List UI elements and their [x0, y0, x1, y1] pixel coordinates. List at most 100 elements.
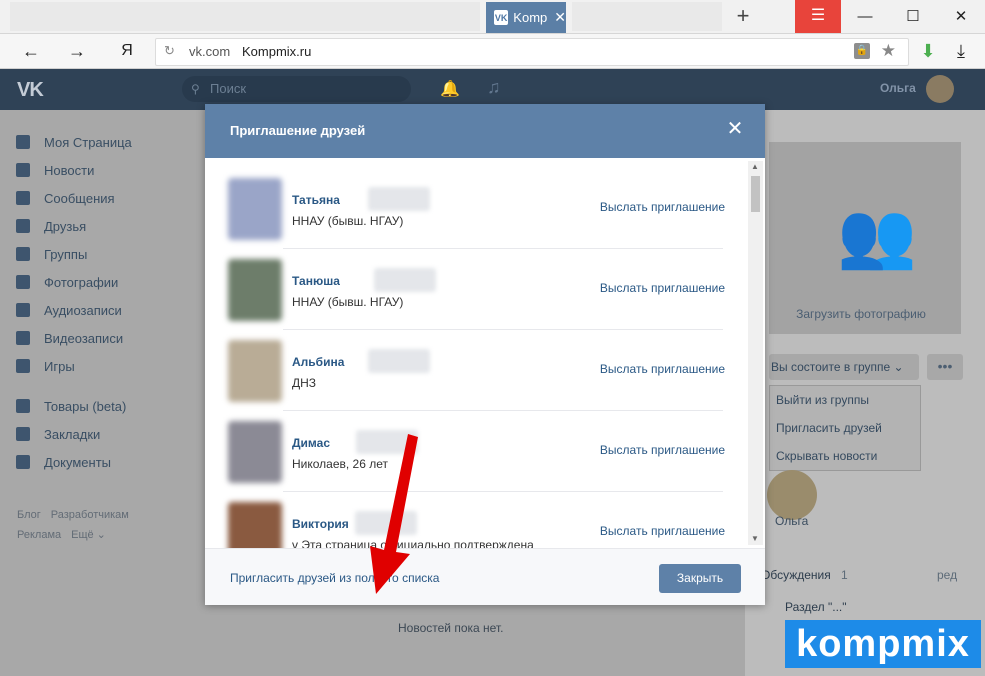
discussions-label[interactable]: Обсуждения — [761, 568, 831, 582]
camera-icon — [16, 275, 30, 289]
friend-name[interactable]: Виктория — [292, 517, 349, 531]
tab-title: Komp — [513, 10, 548, 25]
reload-icon[interactable]: ↻ — [164, 43, 175, 59]
friend-name[interactable]: Татьяна — [292, 193, 340, 207]
url-page-title: Kompmix.ru — [242, 44, 312, 59]
bookmark-star-icon[interactable]: ★ — [881, 41, 896, 61]
dialog-footer: Пригласить друзей из полного списка Закр… — [205, 548, 765, 605]
sidebar-item[interactable]: Сообщения — [16, 184, 186, 212]
close-icon[interactable]: ✕ — [724, 118, 746, 140]
list-item: Виктория v Эта страница официально подтве… — [228, 492, 725, 548]
download-arrow-icon[interactable]: ⬇ — [915, 39, 941, 63]
photo-upload-card[interactable]: 👥 — [769, 142, 961, 334]
send-invite-link[interactable]: Выслать приглашение — [600, 524, 725, 538]
sidebar-item[interactable]: Фотографии — [16, 268, 186, 296]
blurred-surname — [368, 187, 430, 211]
search-input[interactable]: ⚲ Поиск — [182, 76, 411, 102]
close-window-button[interactable]: ✕ — [938, 0, 984, 33]
sidebar-item[interactable]: Друзья — [16, 212, 186, 240]
menu-leave-group[interactable]: Выйти из группы — [770, 386, 920, 414]
friend-name[interactable]: Альбина — [292, 355, 344, 369]
user-icon — [16, 135, 30, 149]
back-button[interactable]: ← — [18, 39, 44, 63]
footer-dev-link[interactable]: Разработчикам — [51, 509, 129, 521]
url-field[interactable]: ↻ vk.com Kompmix.ru 🔒 ★ — [155, 38, 909, 66]
message-icon — [16, 191, 30, 205]
upload-photo-label[interactable]: Загрузить фотографию — [745, 307, 977, 321]
list-item: Танюша ННАУ (бывш. НГАУ) Выслать приглашен… — [228, 249, 725, 330]
sidebar-item[interactable]: Видеозаписи — [16, 324, 186, 352]
empty-feed-text: Новостей пока нет. — [398, 621, 504, 635]
downloads-icon[interactable]: ⤓ — [948, 39, 974, 63]
scrollbar-thumb[interactable] — [751, 176, 760, 212]
more-actions-button[interactable]: ••• — [927, 354, 963, 380]
yandex-button[interactable]: Я — [114, 39, 140, 63]
red-arrow-icon — [370, 434, 418, 594]
music-note-icon[interactable]: ♫ — [487, 77, 501, 98]
vk-favicon-icon: VK — [494, 10, 509, 25]
sidebar-item-label: Аудиозаписи — [44, 302, 122, 318]
sidebar-item[interactable]: Документы — [16, 448, 186, 476]
star-icon — [16, 427, 30, 441]
footer-blog-link[interactable]: Блог — [17, 509, 41, 521]
scroll-down-icon[interactable]: ▼ — [751, 534, 759, 543]
send-invite-link[interactable]: Выслать приглашение — [600, 281, 725, 295]
vk-logo[interactable]: VK — [17, 79, 44, 102]
sidebar-item-label: Видеозаписи — [44, 330, 124, 346]
sidebar-item[interactable]: Группы — [16, 240, 186, 268]
people-icon: 👥 — [837, 199, 917, 271]
bag-icon — [16, 399, 30, 413]
browser-menu-button[interactable]: ☰ — [795, 0, 841, 33]
friend-name[interactable]: Димас — [292, 436, 330, 450]
sidebar-item[interactable]: Закладки — [16, 420, 186, 448]
lock-icon[interactable]: 🔒 — [854, 43, 870, 59]
sidebar-item[interactable]: Игры — [16, 352, 186, 380]
friends-list: Татьяна ННАУ (бывш. НГАУ) Выслать приглаше… — [205, 158, 765, 548]
send-invite-link[interactable]: Выслать приглашение — [600, 443, 725, 457]
groups-icon — [16, 247, 30, 261]
new-tab-button[interactable]: + — [728, 3, 758, 31]
sidebar-item-label: Моя Страница — [44, 134, 132, 150]
friend-avatar[interactable] — [228, 340, 282, 402]
friend-avatar[interactable] — [228, 421, 282, 483]
friend-avatar[interactable] — [228, 259, 282, 321]
scroll-up-icon[interactable]: ▲ — [751, 162, 759, 171]
dialog-title: Приглашение друзей — [230, 123, 366, 138]
sidebar-item[interactable]: Товары (beta) — [16, 392, 186, 420]
member-avatar[interactable] — [767, 470, 817, 520]
send-invite-link[interactable]: Выслать приглашение — [600, 200, 725, 214]
friend-avatar[interactable] — [228, 502, 282, 548]
menu-hide-news[interactable]: Скрывать новости — [770, 442, 920, 470]
active-browser-tab[interactable]: VK Komp ✕ — [486, 2, 566, 33]
discussion-topic[interactable]: Раздел "..." — [785, 600, 847, 614]
friend-info: ДНЗ — [292, 376, 317, 390]
maximize-button[interactable]: ☐ — [890, 0, 936, 33]
sidebar-item[interactable]: Моя Страница — [16, 128, 186, 156]
menu-invite-friends[interactable]: Пригласить друзей — [770, 414, 920, 442]
send-invite-link[interactable]: Выслать приглашение — [600, 362, 725, 376]
member-name[interactable]: Ольга — [775, 514, 808, 528]
discussions-edit-link[interactable]: ред — [937, 568, 957, 582]
friends-icon — [16, 219, 30, 233]
kompmix-watermark: kompmix — [785, 620, 981, 668]
avatar[interactable] — [926, 75, 954, 103]
friend-avatar[interactable] — [228, 178, 282, 240]
minimize-button[interactable]: — — [842, 0, 888, 33]
blurred-tabs — [10, 2, 480, 31]
membership-dropdown[interactable]: Вы состоите в группе ⌄ — [769, 354, 919, 380]
sidebar-item[interactable]: Аудиозаписи — [16, 296, 186, 324]
sidebar-item[interactable]: Новости — [16, 156, 186, 184]
header-user-name[interactable]: Ольга — [880, 81, 916, 95]
friend-name[interactable]: Танюша — [292, 274, 340, 288]
tab-close-icon[interactable]: ✕ — [554, 9, 566, 26]
membership-menu: Выйти из группы Пригласить друзей Скрыва… — [769, 385, 921, 471]
footer-more-link[interactable]: Ещё ⌄ — [71, 529, 106, 541]
scrollbar[interactable] — [748, 161, 763, 545]
bell-icon[interactable]: 🔔 — [440, 79, 460, 99]
forward-button[interactable]: → — [64, 39, 90, 63]
close-button[interactable]: Закрыть — [659, 564, 741, 593]
sidebar-item-label: Группы — [44, 246, 88, 262]
footer-ads-link[interactable]: Реклама — [17, 529, 61, 541]
sidebar-item-label: Документы — [44, 454, 112, 470]
video-icon — [16, 331, 30, 345]
